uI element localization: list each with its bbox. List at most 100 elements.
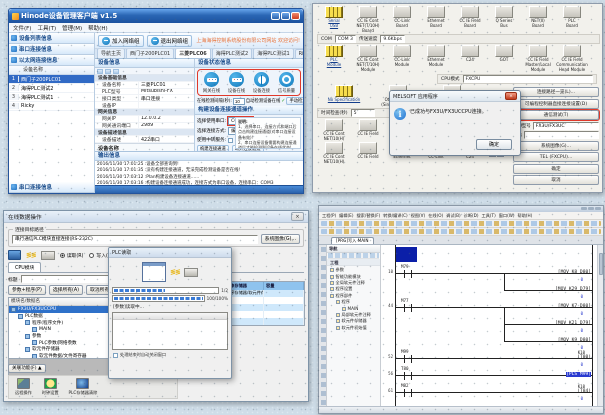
interface-option[interactable]: CC-Link Board bbox=[385, 6, 419, 29]
cpu-module-tab[interactable]: CPU模块 bbox=[8, 262, 41, 272]
device-tab[interactable]: 三菱PLC06 bbox=[175, 49, 210, 58]
selection-button[interactable]: 选择所有(A) bbox=[49, 285, 83, 295]
ladder-rung[interactable]: 61 M82 K10 (T84) 0 bbox=[381, 383, 593, 400]
interface-option[interactable]: PLC Board bbox=[555, 6, 589, 29]
sidebar-section-header[interactable]: 串口连接信息 bbox=[9, 44, 94, 55]
menu-item[interactable]: 管理(M) bbox=[62, 24, 82, 32]
contact-symbol[interactable]: M79 bbox=[402, 264, 414, 281]
com-port-field[interactable]: COM 3 bbox=[335, 35, 356, 43]
ladder-rung[interactable]: 10 M79 [MOV K8 D80] 0 bbox=[381, 264, 593, 281]
menu-item[interactable]: 诊断(D) bbox=[464, 213, 479, 219]
related-function-item[interactable]: 时钟设置 bbox=[42, 378, 59, 396]
related-functions-button[interactable]: 关联功能(F) ▲ bbox=[8, 364, 46, 373]
rung-output[interactable]: [MOV K21 D79] 0 bbox=[555, 321, 591, 326]
ladder-rung[interactable]: 56 T80 [PLS M99] bbox=[381, 366, 593, 383]
interface-option[interactable]: Serial USB bbox=[317, 6, 351, 29]
menu-item[interactable]: 帮助(H) bbox=[88, 24, 107, 32]
plc-interface-option[interactable]: C24 bbox=[453, 45, 487, 63]
related-function-item[interactable]: PLC存储器清除 bbox=[69, 378, 98, 396]
message-ok-button[interactable]: 确定 bbox=[476, 139, 512, 150]
minimize-button[interactable] bbox=[271, 12, 280, 20]
plc-interface-option[interactable]: Ethernet Module bbox=[419, 45, 453, 68]
plc-interface-option[interactable]: CC IE Cont NET(T/10H) Module bbox=[351, 45, 385, 72]
memory-table-row[interactable] bbox=[224, 318, 304, 325]
property-row[interactable]: 设备描述 422串口 bbox=[95, 136, 194, 143]
ladder-editor[interactable]: 10 M79 [MOV K8 D80] 0 bbox=[381, 245, 597, 406]
related-function-item[interactable]: 远程操作 bbox=[15, 378, 32, 396]
menu-item[interactable]: 在线(O) bbox=[428, 213, 443, 219]
plc-interface-option[interactable]: CC IE Field Master/Local Module bbox=[521, 45, 555, 72]
menu-item[interactable]: 调试(B) bbox=[446, 213, 461, 219]
rung-output[interactable]: [PLS M99] bbox=[566, 372, 591, 377]
device-tab[interactable]: Ricky bbox=[295, 49, 303, 58]
dock-icon-strip[interactable] bbox=[319, 245, 327, 406]
operation-radio[interactable]: 读取(R) bbox=[60, 252, 84, 259]
menu-item[interactable]: 文件(F) bbox=[13, 24, 31, 32]
project-root-item[interactable]: 工程 bbox=[327, 259, 380, 266]
contact-symbol[interactable]: M82 bbox=[402, 383, 414, 400]
interface-option[interactable]: CC IE Field Board bbox=[453, 6, 487, 29]
plc-interface-option[interactable]: GOT bbox=[487, 45, 521, 63]
device-tab[interactable]: 导航主页 bbox=[97, 49, 125, 58]
property-page-icon[interactable] bbox=[113, 69, 119, 74]
plc-interface-option[interactable]: PLC Module bbox=[317, 45, 351, 68]
menu-item[interactable]: 工具(T) bbox=[482, 213, 496, 219]
sidebar-section-header[interactable]: 设备列表信息 bbox=[9, 33, 94, 44]
memory-table-row[interactable] bbox=[224, 311, 304, 318]
toolbar-row-1[interactable] bbox=[319, 220, 603, 228]
exit-network-button[interactable]: 退出网络组 bbox=[147, 35, 193, 47]
property-row[interactable]: PLC型号 Mitsubishi-FX bbox=[95, 89, 194, 96]
interface-option[interactable]: NET(II) Board bbox=[521, 6, 555, 29]
property-row[interactable]: 网关通讯端口 2989 bbox=[95, 123, 194, 130]
interface-option[interactable]: Ethernet Board bbox=[419, 6, 453, 29]
output-log-list[interactable]: 2016/11/30 17:01:25 :设备全部查询到!2016/11/30 … bbox=[95, 161, 303, 185]
maximize-button[interactable] bbox=[281, 12, 290, 20]
menu-item[interactable]: 工程(P) bbox=[322, 213, 336, 219]
property-row[interactable]: 网关信息 bbox=[95, 109, 194, 116]
plc-interface-option[interactable]: CC-Link Module bbox=[385, 45, 419, 68]
time-check-field[interactable]: 5 bbox=[351, 109, 375, 117]
device-row[interactable]: 4 Ricky bbox=[9, 102, 94, 111]
device-row[interactable]: 2 海得PLC测试2 bbox=[9, 84, 94, 93]
baud-rate-field[interactable]: 9.6Kbps bbox=[380, 35, 405, 43]
selection-button[interactable]: 参数+程序(P) bbox=[8, 285, 46, 295]
ladder-rung[interactable]: [MOV K29 D79] 0 bbox=[381, 281, 593, 298]
communication-test-button[interactable]: 通信测试(T) bbox=[513, 110, 599, 120]
menu-item[interactable]: 转换/编译(C) bbox=[383, 213, 407, 219]
network-route-option[interactable]: CC IE Field bbox=[351, 119, 385, 137]
interval-input[interactable] bbox=[233, 98, 245, 105]
sort-az-icon[interactable] bbox=[105, 69, 111, 74]
ladder-cursor-cell[interactable] bbox=[396, 247, 417, 262]
memory-table-row[interactable]: 程序存储器/软元件存储器 bbox=[224, 290, 304, 297]
coexistence-route-option[interactable]: CC IE Cont NET/10(H) bbox=[317, 142, 351, 165]
contact-symbol[interactable]: M77 bbox=[402, 298, 414, 315]
device-tab[interactable]: 海得PLC测试1 bbox=[253, 49, 293, 58]
direct-connection-button[interactable]: 可编程控制器直接连接设置(D) bbox=[513, 99, 599, 109]
auto-close-checkbox[interactable] bbox=[113, 353, 118, 358]
ladder-rung[interactable]: 44 M77 [MOV K7 D80] 0 bbox=[381, 298, 593, 315]
memory-table-row[interactable] bbox=[224, 304, 304, 311]
project-tree-item[interactable]: 软元件初始值 bbox=[327, 325, 380, 331]
categorize-icon[interactable] bbox=[97, 69, 103, 74]
menu-item[interactable]: 搜索/替换(F) bbox=[356, 213, 380, 219]
title-bar[interactable]: Hinode设备管理客户端 v1.5 bbox=[9, 9, 303, 23]
ladder-rung[interactable]: 52 M99 K10 (T80) 0 bbox=[381, 349, 593, 366]
ladder-rung[interactable]: [MOV K9 D80] 0 bbox=[381, 332, 593, 349]
progress-title-bar[interactable]: PLC读取 bbox=[109, 248, 231, 258]
menu-item[interactable]: 视图(V) bbox=[411, 213, 426, 219]
vertical-scrollbar[interactable] bbox=[597, 245, 603, 406]
property-row[interactable]: 设备IP bbox=[95, 102, 194, 109]
device-row[interactable]: 1 西门子200PLC01 bbox=[9, 75, 94, 84]
menu-item[interactable]: 帮助(H) bbox=[518, 213, 533, 219]
memory-table-row[interactable] bbox=[224, 297, 304, 304]
ok-button[interactable]: 确定 bbox=[513, 164, 599, 174]
rung-output[interactable]: [MOV K8 D80] 0 bbox=[558, 270, 591, 275]
rung-output[interactable]: K10 (T84) 0 bbox=[577, 389, 591, 394]
property-row[interactable]: 设备名称 三菱PLC01 bbox=[95, 82, 194, 89]
menu-item[interactable]: 窗口(W) bbox=[499, 213, 515, 219]
system-image-button[interactable]: 系统图像(G)... bbox=[261, 234, 300, 244]
auto-check-mark[interactable]: ✓ bbox=[281, 98, 285, 104]
sidebar-bottom-section[interactable]: 串口连接信息 bbox=[9, 182, 94, 193]
rung-output[interactable]: [MOV K29 D79] 0 bbox=[555, 287, 591, 292]
sidebar-section-header[interactable]: 以太网连接信息 bbox=[9, 55, 94, 66]
